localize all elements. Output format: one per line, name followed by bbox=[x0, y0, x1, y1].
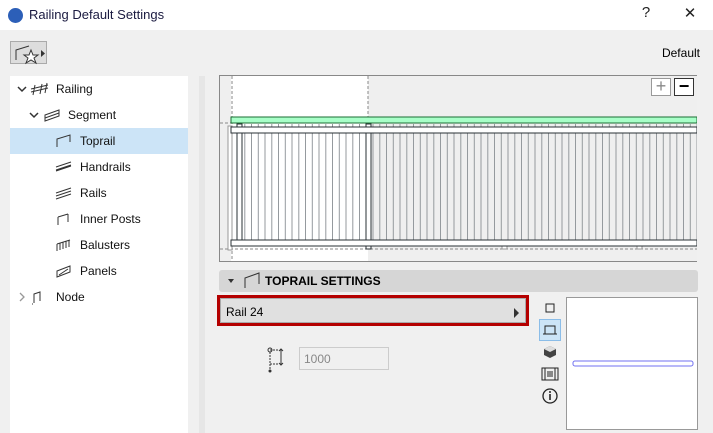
chevron-down-icon[interactable] bbox=[16, 83, 28, 95]
settings-tree: Railing Segment Toprail Handrails Rails Inner… bbox=[10, 76, 188, 433]
chevron-down-icon[interactable] bbox=[28, 109, 40, 121]
zoom-in-button[interactable]: + bbox=[651, 77, 671, 96]
profile-thumbnail bbox=[566, 297, 698, 430]
tree-item-label: Balusters bbox=[80, 238, 131, 252]
section-icons bbox=[228, 272, 260, 288]
title-bar: Railing Default Settings ? ✕ bbox=[0, 0, 713, 30]
bottom-rail bbox=[230, 239, 697, 247]
zoom-out-button[interactable]: − bbox=[674, 77, 694, 96]
tree-item-label: Node bbox=[56, 290, 85, 304]
window-title: Railing Default Settings bbox=[29, 7, 165, 22]
tree-item-label: Handrails bbox=[80, 160, 131, 174]
panels-icon bbox=[56, 265, 71, 278]
tree-item-label: Inner Posts bbox=[80, 212, 141, 226]
toprail-icon bbox=[56, 134, 71, 147]
balusters-icon bbox=[56, 239, 71, 251]
chevron-right-icon[interactable] bbox=[16, 291, 28, 303]
rail bbox=[230, 126, 697, 134]
tree-item-rails[interactable]: Rails bbox=[10, 180, 188, 206]
tree-item-inner-posts[interactable]: Inner Posts bbox=[10, 206, 188, 232]
app-logo-icon bbox=[8, 8, 23, 23]
view-elevation-button[interactable] bbox=[539, 363, 561, 385]
panel-divider[interactable] bbox=[199, 76, 205, 433]
view-3d-button[interactable] bbox=[539, 341, 561, 363]
favorites-button[interactable] bbox=[10, 41, 47, 65]
collapse-triangle-icon bbox=[228, 279, 234, 283]
tree-item-label: Toprail bbox=[80, 134, 116, 148]
tree-item-node[interactable]: Node bbox=[10, 284, 188, 310]
tree-item-label: Rails bbox=[80, 186, 107, 200]
tree-item-railing[interactable]: Railing bbox=[10, 76, 188, 102]
height-icon bbox=[267, 347, 284, 373]
favorites-star-icon bbox=[15, 45, 45, 65]
profile-section-icon bbox=[543, 325, 557, 335]
rail-profile-shape bbox=[572, 360, 694, 367]
rails-icon bbox=[55, 187, 72, 200]
tree-item-handrails[interactable]: Handrails bbox=[10, 154, 188, 180]
railing-preview-drawing bbox=[220, 76, 697, 261]
section-title: TOPRAIL SETTINGS bbox=[265, 274, 381, 288]
tree-item-label: Segment bbox=[68, 108, 117, 122]
close-button[interactable]: ✕ bbox=[678, 4, 702, 22]
height-input[interactable]: 1000 bbox=[299, 347, 389, 370]
info-icon bbox=[542, 388, 558, 404]
segment-icon bbox=[44, 109, 60, 122]
view-section-button[interactable] bbox=[539, 319, 561, 341]
end-post bbox=[227, 125, 233, 251]
cube-icon bbox=[544, 346, 556, 358]
tree-item-panels[interactable]: Panels bbox=[10, 258, 188, 284]
tree-item-toprail[interactable]: Toprail bbox=[10, 128, 188, 154]
profile-name: Rail 24 bbox=[226, 305, 264, 319]
railing-icon bbox=[30, 82, 49, 96]
square-icon bbox=[545, 303, 555, 313]
default-label: Default bbox=[661, 46, 700, 60]
toprail-highlight bbox=[230, 116, 697, 124]
handrails-icon bbox=[55, 161, 72, 172]
toprail-icon bbox=[244, 272, 260, 288]
help-button[interactable]: ? bbox=[634, 4, 658, 21]
tree-item-balusters[interactable]: Balusters bbox=[10, 232, 188, 258]
tree-item-label: Panels bbox=[80, 264, 117, 278]
inner-posts-icon bbox=[57, 213, 69, 225]
tree-item-segment[interactable]: Segment bbox=[10, 102, 188, 128]
profile-selector[interactable]: Rail 24 bbox=[217, 295, 529, 326]
post bbox=[236, 123, 243, 242]
chevron-right-icon bbox=[514, 308, 519, 318]
post bbox=[365, 123, 372, 250]
railing-preview[interactable] bbox=[219, 75, 697, 262]
info-button[interactable] bbox=[539, 385, 561, 407]
toprail-settings-header[interactable]: TOPRAIL SETTINGS bbox=[219, 270, 698, 292]
film-strip-icon bbox=[541, 367, 559, 381]
tree-item-label: Railing bbox=[56, 82, 93, 96]
view-plan-button[interactable] bbox=[539, 297, 561, 319]
node-icon bbox=[32, 291, 41, 305]
